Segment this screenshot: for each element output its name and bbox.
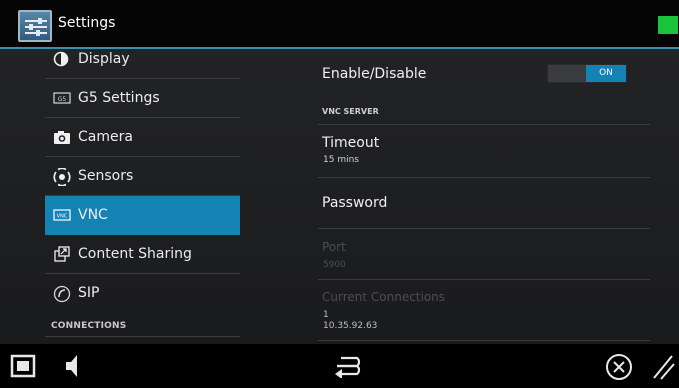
app-title: Settings — [58, 15, 116, 31]
sensors-icon — [53, 167, 71, 187]
close-circle-icon[interactable] — [605, 353, 633, 385]
content-sharing-icon — [53, 246, 71, 262]
sip-icon — [53, 285, 71, 303]
current-connections-label: Current Connections — [322, 290, 446, 304]
menu-item-display[interactable]: Display — [45, 40, 240, 79]
menu-item-label: Sensors — [78, 168, 134, 184]
enable-disable-label: Enable/Disable — [322, 66, 427, 82]
menu-item-label: SIP — [78, 285, 100, 301]
section-connections: CONNECTIONS — [51, 321, 127, 331]
menu-item-g5-settings[interactable]: G5 G5 Settings — [45, 79, 240, 118]
g5-icon: G5 — [53, 90, 71, 106]
settings-menu: Display G5 G5 Settings Camera Sensors VN… — [45, 49, 240, 344]
timeout-label: Timeout — [322, 135, 380, 151]
vnc-toggle[interactable]: ON — [547, 64, 627, 83]
menu-item-label: Camera — [78, 129, 133, 145]
current-connections-setting: Current Connections 1 10.35.92.63 — [318, 280, 650, 340]
port-label: Port — [322, 240, 346, 254]
toggle-on-state: ON — [586, 65, 626, 82]
resize-handle-icon[interactable] — [652, 352, 676, 384]
camera-icon — [53, 129, 71, 145]
menu-item-content-sharing[interactable]: Content Sharing — [45, 235, 240, 274]
password-setting[interactable]: Password — [318, 178, 650, 228]
menu-item-vnc[interactable]: VNC VNC — [45, 196, 240, 235]
display-icon — [53, 51, 71, 67]
menu-divider — [45, 336, 240, 337]
port-value: 5900 — [323, 260, 346, 270]
menu-item-label: G5 Settings — [78, 90, 160, 106]
password-label: Password — [322, 195, 388, 211]
menu-item-label: Display — [78, 51, 130, 67]
volume-icon[interactable] — [64, 353, 80, 383]
menu-item-label: VNC — [78, 207, 108, 223]
section-vnc-server: VNC SERVER — [322, 107, 379, 116]
menu-item-sip[interactable]: SIP — [45, 274, 240, 313]
port-setting: Port 5900 — [318, 229, 650, 279]
back-icon[interactable] — [331, 354, 363, 382]
svg-text:G5: G5 — [58, 96, 67, 103]
svg-text:VNC: VNC — [57, 214, 68, 220]
connections-count: 1 — [323, 310, 329, 320]
vnc-settings-pane: Enable/Disable ON VNC SERVER Timeout 15 … — [318, 49, 650, 344]
connections-ip: 10.35.92.63 — [323, 321, 378, 331]
status-indicator — [658, 16, 678, 34]
recent-apps-icon[interactable] — [10, 354, 36, 382]
menu-item-sensors[interactable]: Sensors — [45, 157, 240, 196]
timeout-setting[interactable]: Timeout 15 mins — [318, 125, 650, 177]
menu-item-camera[interactable]: Camera — [45, 118, 240, 157]
timeout-value: 15 mins — [323, 155, 359, 165]
vnc-icon: VNC — [53, 207, 71, 223]
settings-sliders-icon[interactable] — [18, 10, 52, 42]
row-divider — [318, 340, 650, 341]
navigation-bar — [0, 344, 679, 388]
menu-item-label: Content Sharing — [78, 246, 192, 262]
